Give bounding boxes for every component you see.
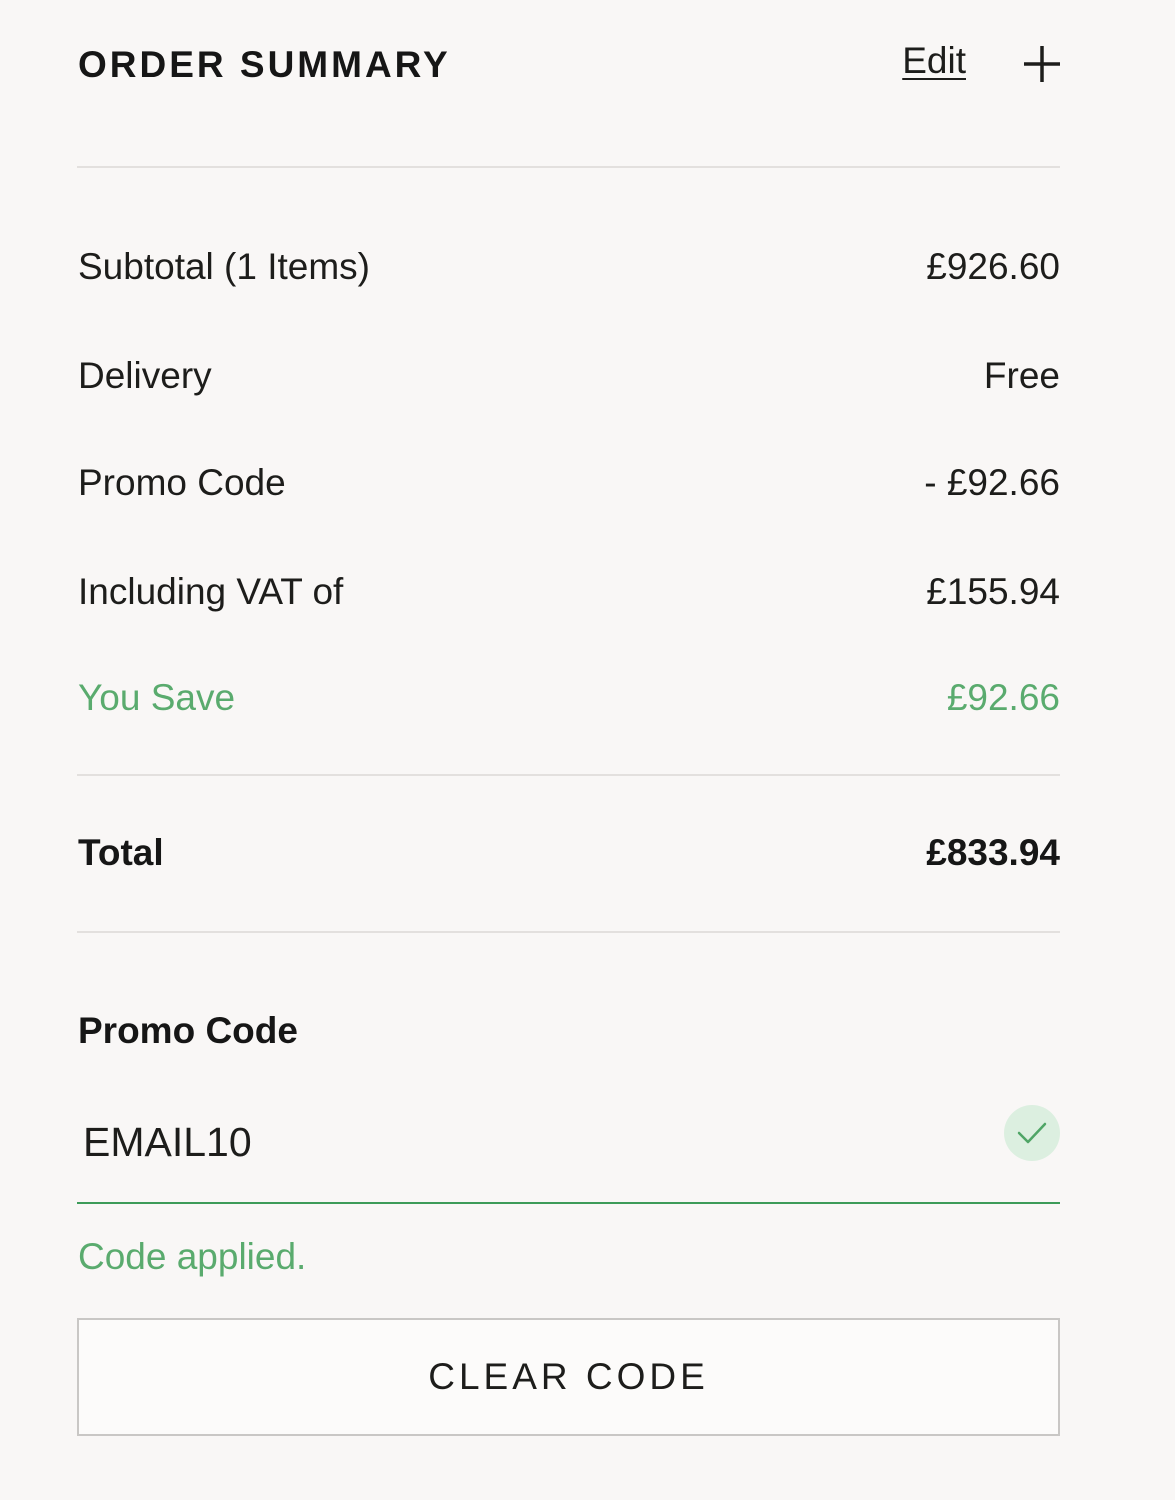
vat-row: Including VAT of £155.94: [78, 571, 1060, 617]
subtotal-label: Subtotal (1 Items): [78, 246, 371, 287]
divider: [77, 166, 1060, 168]
promo-code-field: [77, 1100, 1060, 1204]
delivery-label: Delivery: [78, 355, 212, 396]
subtotal-row: Subtotal (1 Items) £926.60: [78, 246, 1060, 292]
divider: [77, 931, 1060, 933]
you-save-value: £92.66: [946, 677, 1060, 718]
promo-discount-label: Promo Code: [78, 462, 286, 503]
order-summary-header: ORDER SUMMARY Edit: [78, 36, 1062, 92]
edit-link[interactable]: Edit: [902, 40, 966, 82]
vat-label: Including VAT of: [78, 571, 344, 612]
divider: [77, 774, 1060, 776]
delivery-row: Delivery Free: [78, 355, 1060, 401]
promo-discount-row: Promo Code - £92.66: [78, 462, 1060, 508]
subtotal-value: £926.60: [926, 246, 1060, 287]
promo-discount-value: - £92.66: [924, 462, 1060, 503]
code-applied-message: Code applied.: [78, 1236, 307, 1277]
vat-value: £155.94: [926, 571, 1060, 612]
total-label: Total: [78, 832, 164, 873]
plus-icon[interactable]: [1022, 44, 1062, 84]
promo-code-heading: Promo Code: [78, 1010, 298, 1051]
you-save-label: You Save: [78, 677, 236, 718]
page-title: ORDER SUMMARY: [78, 44, 451, 85]
total-value: £833.94: [926, 832, 1060, 873]
check-icon: [1004, 1105, 1060, 1161]
promo-code-input[interactable]: [83, 1110, 963, 1174]
you-save-row: You Save £92.66: [78, 677, 1060, 723]
delivery-value: Free: [983, 355, 1060, 396]
total-row: Total £833.94: [78, 832, 1060, 878]
clear-code-button[interactable]: CLEAR CODE: [77, 1318, 1060, 1436]
order-summary-panel: ORDER SUMMARY Edit Subtotal (1 Items) £9…: [0, 0, 1175, 1500]
